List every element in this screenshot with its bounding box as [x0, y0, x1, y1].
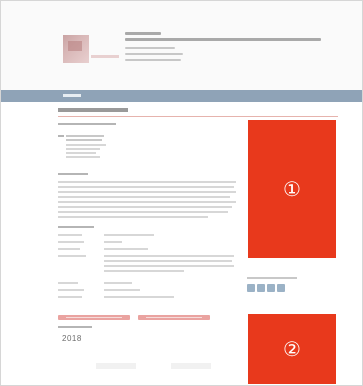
paragraph-line	[58, 191, 236, 193]
details-heading-line	[58, 226, 94, 228]
social-share-label	[247, 277, 297, 279]
detail-value	[104, 234, 154, 236]
share-icon[interactable]	[267, 284, 275, 292]
media-placeholder-2[interactable]: ②	[248, 314, 336, 384]
section-divider	[58, 116, 338, 117]
publications-heading-line	[58, 326, 92, 328]
site-header	[1, 1, 362, 91]
page-frame: 2018 ① ②	[0, 0, 363, 386]
detail-label	[58, 248, 80, 250]
header-name-line	[125, 32, 161, 35]
publication-year: 2018	[62, 334, 82, 343]
placeholder-number: ②	[283, 337, 301, 361]
address-line	[66, 139, 102, 141]
address-line	[66, 152, 96, 154]
paragraph-line	[58, 186, 234, 188]
detail-label	[58, 282, 78, 284]
detail-value	[104, 282, 132, 284]
action-button-primary[interactable]	[58, 315, 130, 320]
detail-value	[104, 255, 234, 257]
social-share-icons	[247, 284, 285, 292]
address-line	[66, 156, 100, 158]
about-heading-line	[58, 173, 88, 175]
paragraph-line	[58, 206, 232, 208]
address-line	[66, 144, 106, 146]
logo-caption	[91, 55, 119, 58]
detail-label	[58, 241, 84, 243]
button-label-line	[146, 317, 202, 318]
logo-mark	[68, 41, 82, 51]
address-line	[66, 135, 104, 137]
publication-item[interactable]	[96, 363, 136, 369]
share-icon[interactable]	[247, 284, 255, 292]
button-label-line	[66, 317, 122, 318]
detail-value	[104, 248, 148, 250]
detail-label	[58, 289, 84, 291]
header-title-line	[125, 38, 321, 41]
paragraph-line	[58, 181, 236, 183]
action-button-secondary[interactable]	[138, 315, 210, 320]
share-icon[interactable]	[277, 284, 285, 292]
detail-value	[104, 260, 232, 262]
paragraph-line	[58, 201, 236, 203]
paragraph-line	[58, 196, 230, 198]
header-detail-line	[125, 53, 183, 55]
institution-logo-icon[interactable]	[63, 35, 89, 63]
section-title	[58, 108, 128, 112]
detail-label	[58, 234, 82, 236]
paragraph-line	[58, 211, 228, 213]
detail-label	[58, 255, 86, 257]
subheading-line	[58, 123, 116, 125]
header-detail-line	[125, 47, 175, 49]
nav-item-home[interactable]	[63, 94, 81, 97]
header-detail-line	[125, 59, 181, 61]
detail-value	[104, 265, 234, 267]
address-line	[66, 148, 100, 150]
share-icon[interactable]	[257, 284, 265, 292]
media-placeholder-1[interactable]: ①	[248, 120, 336, 258]
detail-value	[104, 241, 122, 243]
detail-value	[104, 289, 140, 291]
navigation-bar	[1, 90, 362, 102]
placeholder-number: ①	[283, 177, 301, 201]
paragraph-line	[58, 216, 208, 218]
detail-value	[104, 296, 174, 298]
detail-value	[104, 270, 184, 272]
address-line	[58, 135, 64, 137]
detail-label	[58, 296, 82, 298]
publication-item[interactable]	[171, 363, 211, 369]
